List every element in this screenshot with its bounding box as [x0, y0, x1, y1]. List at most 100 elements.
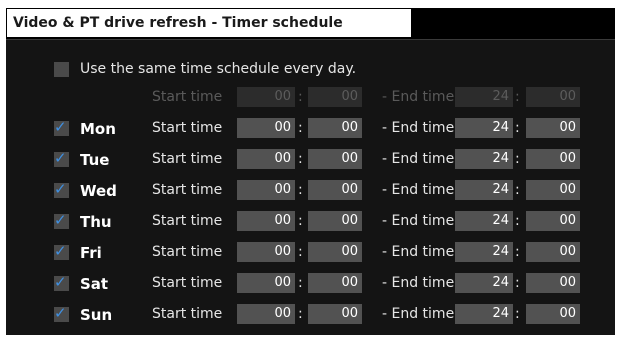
colon-separator: :	[298, 89, 303, 105]
colon-separator: :	[515, 213, 520, 229]
day-label: Thu	[80, 213, 112, 231]
colon-separator: :	[298, 151, 303, 167]
end-minute-field[interactable]: 00	[526, 242, 580, 262]
start-minute-field[interactable]: 00	[308, 118, 362, 138]
start-minute-field[interactable]: 00	[308, 273, 362, 293]
end-minute-field[interactable]: 00	[526, 304, 580, 324]
checkmark-icon: ✓	[54, 242, 67, 260]
colon-separator: :	[515, 275, 520, 291]
start-hour-field[interactable]: 00	[237, 118, 295, 138]
day-checkbox-fri[interactable]: ✓	[54, 242, 69, 260]
timer-schedule-panel: Video & PT drive refresh - Timer schedul…	[6, 8, 615, 335]
checkmark-icon: ✓	[54, 211, 67, 229]
end-minute-field[interactable]: 00	[526, 118, 580, 138]
end-time-label: - End time	[382, 306, 455, 322]
end-time-label: - End time	[382, 120, 455, 136]
same-schedule-checkbox[interactable]	[54, 62, 69, 77]
start-time-label: Start time	[152, 275, 223, 291]
start-hour-field[interactable]: 00	[237, 211, 295, 231]
colon-separator: :	[515, 306, 520, 322]
same-schedule-row: Start time 00 : 00 - End time 24 : 00	[6, 87, 615, 109]
day-row-mon: ✓ Mon Start time 00 : 00 - End time 24 :…	[6, 118, 615, 140]
end-hour-field[interactable]: 24	[455, 118, 513, 138]
end-minute-field[interactable]: 00	[526, 211, 580, 231]
checkmark-icon: ✓	[54, 304, 67, 322]
colon-separator: :	[298, 275, 303, 291]
checkmark-icon: ✓	[54, 180, 67, 198]
checkmark-icon: ✓	[54, 118, 67, 136]
colon-separator: :	[515, 244, 520, 260]
end-time-label: - End time	[382, 275, 455, 291]
end-time-label: - End time	[382, 182, 455, 198]
checkmark-icon: ✓	[54, 149, 67, 167]
start-hour-field[interactable]: 00	[237, 87, 295, 107]
day-checkbox-sat[interactable]: ✓	[54, 273, 69, 291]
colon-separator: :	[298, 244, 303, 260]
end-time-label: - End time	[382, 244, 455, 260]
day-label: Fri	[80, 244, 102, 262]
start-hour-field[interactable]: 00	[237, 273, 295, 293]
end-minute-field[interactable]: 00	[526, 149, 580, 169]
start-hour-field[interactable]: 00	[237, 242, 295, 262]
start-hour-field[interactable]: 00	[237, 180, 295, 200]
day-checkbox-tue[interactable]: ✓	[54, 149, 69, 167]
start-time-label: Start time	[152, 151, 223, 167]
day-row-fri: ✓ Fri Start time 00 : 00 - End time 24 :…	[6, 242, 615, 264]
end-time-label: - End time	[382, 213, 455, 229]
day-row-wed: ✓ Wed Start time 00 : 00 - End time 24 :…	[6, 180, 615, 202]
colon-separator: :	[298, 306, 303, 322]
end-hour-field[interactable]: 24	[455, 273, 513, 293]
start-time-label: Start time	[152, 306, 223, 322]
end-minute-field[interactable]: 00	[526, 87, 580, 107]
colon-separator: :	[298, 213, 303, 229]
colon-separator: :	[515, 89, 520, 105]
day-checkbox-wed[interactable]: ✓	[54, 180, 69, 198]
start-time-label: Start time	[152, 244, 223, 260]
day-checkbox-sun[interactable]: ✓	[54, 304, 69, 322]
start-time-label: Start time	[152, 89, 223, 105]
colon-separator: :	[298, 120, 303, 136]
start-minute-field[interactable]: 00	[308, 87, 362, 107]
start-time-label: Start time	[152, 213, 223, 229]
title-tab: Video & PT drive refresh - Timer schedul…	[6, 8, 412, 38]
start-minute-field[interactable]: 00	[308, 304, 362, 324]
checkmark-icon: ✓	[54, 273, 67, 291]
colon-separator: :	[298, 182, 303, 198]
start-time-label: Start time	[152, 182, 223, 198]
day-label: Wed	[80, 182, 117, 200]
start-minute-field[interactable]: 00	[308, 242, 362, 262]
start-minute-field[interactable]: 00	[308, 211, 362, 231]
same-schedule-label: Use the same time schedule every day.	[80, 61, 357, 77]
day-label: Sat	[80, 275, 109, 293]
day-label: Mon	[80, 120, 116, 138]
start-minute-field[interactable]: 00	[308, 180, 362, 200]
end-minute-field[interactable]: 00	[526, 273, 580, 293]
end-time-label: - End time	[382, 89, 455, 105]
end-hour-field[interactable]: 24	[455, 211, 513, 231]
start-minute-field[interactable]: 00	[308, 149, 362, 169]
colon-separator: :	[515, 182, 520, 198]
day-checkbox-thu[interactable]: ✓	[54, 211, 69, 229]
day-row-tue: ✓ Tue Start time 00 : 00 - End time 24 :…	[6, 149, 615, 171]
day-row-sat: ✓ Sat Start time 00 : 00 - End time 24 :…	[6, 273, 615, 295]
panel-header: Video & PT drive refresh - Timer schedul…	[6, 8, 615, 39]
end-hour-field[interactable]: 24	[455, 87, 513, 107]
day-label: Tue	[80, 151, 110, 169]
end-hour-field[interactable]: 24	[455, 149, 513, 169]
end-hour-field[interactable]: 24	[455, 304, 513, 324]
start-hour-field[interactable]: 00	[237, 304, 295, 324]
panel-title: Video & PT drive refresh - Timer schedul…	[13, 15, 343, 31]
day-row-sun: ✓ Sun Start time 00 : 00 - End time 24 :…	[6, 304, 615, 326]
end-minute-field[interactable]: 00	[526, 180, 580, 200]
day-row-thu: ✓ Thu Start time 00 : 00 - End time 24 :…	[6, 211, 615, 233]
day-checkbox-mon[interactable]: ✓	[54, 118, 69, 136]
colon-separator: :	[515, 120, 520, 136]
start-hour-field[interactable]: 00	[237, 149, 295, 169]
start-time-label: Start time	[152, 120, 223, 136]
end-hour-field[interactable]: 24	[455, 180, 513, 200]
schedule-body: Use the same time schedule every day. St…	[6, 39, 615, 335]
colon-separator: :	[515, 151, 520, 167]
end-time-label: - End time	[382, 151, 455, 167]
day-label: Sun	[80, 306, 113, 324]
end-hour-field[interactable]: 24	[455, 242, 513, 262]
